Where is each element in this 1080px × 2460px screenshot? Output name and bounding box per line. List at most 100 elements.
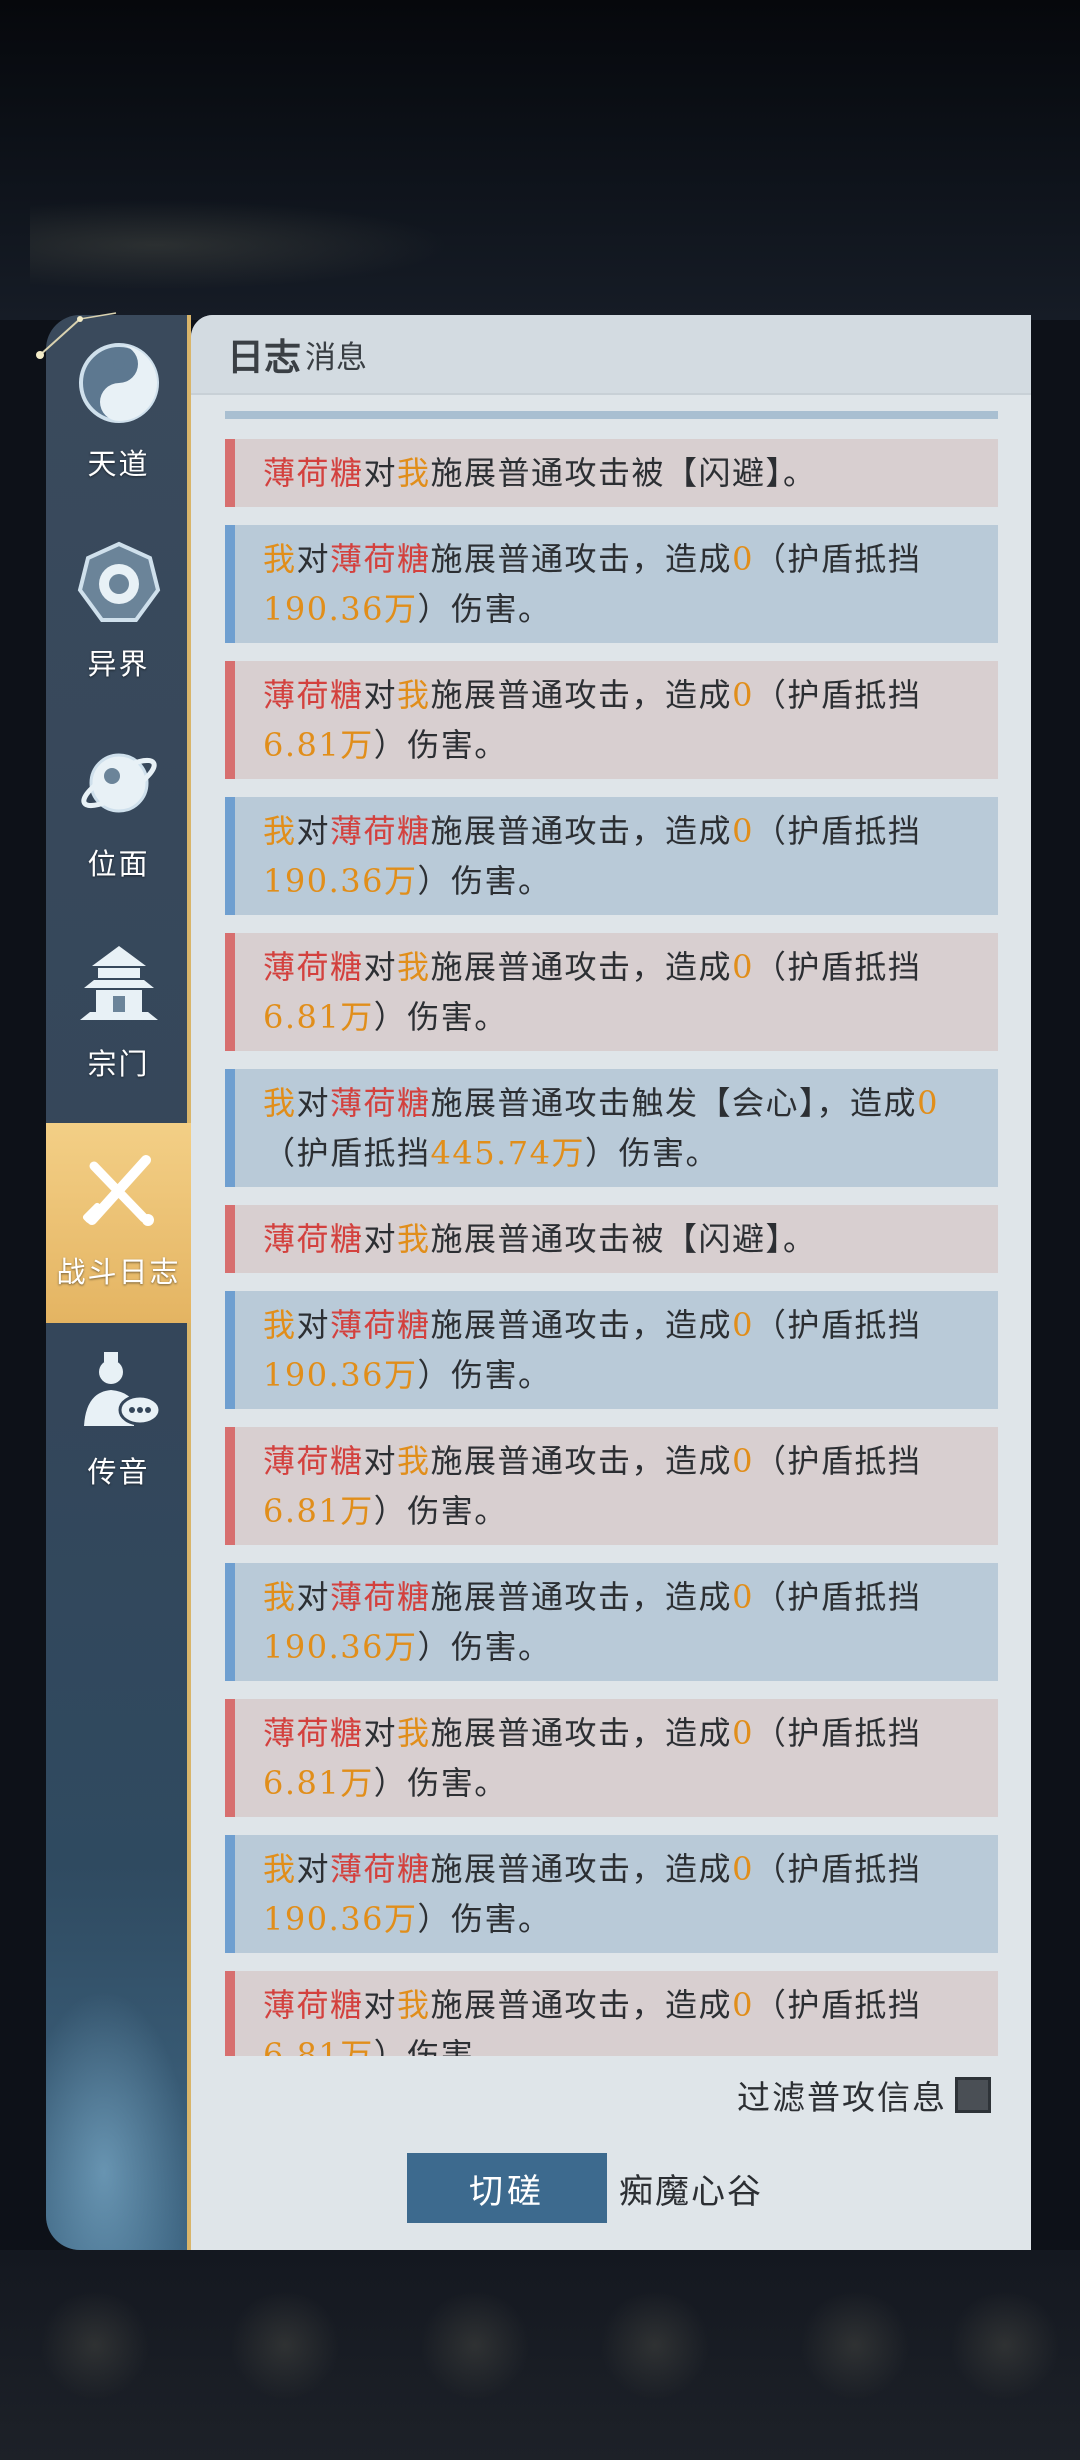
spar-tab-button[interactable]: 切磋: [407, 2153, 607, 2223]
sidebar-item-chuanyin[interactable]: 传音: [46, 1323, 191, 1523]
ghost-icon: [950, 2290, 1060, 2400]
highlight-value: 6.81万: [263, 1492, 374, 1530]
log-text: 施展普通攻击，造成: [430, 1850, 733, 1888]
log-list[interactable]: 薄荷糖对我施展普通攻击被【闪避】。 我对薄荷糖施展普通攻击，造成0（护盾抵挡190…: [225, 411, 998, 2056]
log-entry: 我对薄荷糖施展普通攻击，造成0（护盾抵挡 190.36万）伤害。: [225, 1563, 998, 1681]
log-text: ）伤害。: [417, 862, 552, 900]
log-text: （护盾抵挡: [753, 1714, 922, 1752]
highlight-value: 445.74万: [430, 1134, 585, 1172]
log-entry: 我对薄荷糖施展普通攻击，造成0（护盾抵挡 190.36万）伤害。: [225, 1835, 998, 1953]
log-text: 对: [363, 676, 398, 714]
sidebar-item-label: 异界: [87, 647, 150, 681]
highlight-value: 我: [397, 948, 431, 986]
log-text: 施展普通攻击，造成: [430, 1986, 733, 2024]
log-entry: 薄荷糖对我施展普通攻击，造成0（护盾抵挡 6.81万）伤害。: [225, 1427, 998, 1545]
highlight-value: 我: [263, 540, 297, 578]
log-entry: 薄荷糖对我施展普通攻击，造成0（护盾抵挡 6.81万）伤害。: [225, 1971, 998, 2056]
highlight-value: 6.81万: [263, 2036, 374, 2056]
enemy-name: 薄荷糖: [330, 1084, 431, 1122]
crossed-swords-icon: [69, 1141, 169, 1241]
log-text: （护盾抵挡: [753, 676, 922, 714]
log-text: 对: [296, 1084, 331, 1122]
log-entry: 薄荷糖对我施展普通攻击被【闪避】。: [225, 439, 998, 507]
chat-person-icon: [69, 1341, 169, 1441]
highlight-value: 0: [732, 540, 754, 578]
sidebar-item-label: 位面: [87, 847, 150, 881]
highlight-value: 0: [732, 1442, 754, 1480]
log-entry: 我对薄荷糖施展普通攻击，造成0（护盾抵挡 190.36万）伤害。: [225, 797, 998, 915]
highlight-value: 0: [732, 1306, 754, 1344]
highlight-value: 190.36万: [263, 1900, 418, 1938]
log-text: 施展普通攻击，造成: [430, 540, 733, 578]
highlight-value: 0: [732, 812, 754, 850]
log-text: 对: [363, 948, 398, 986]
highlight-value: 6.81万: [263, 726, 374, 764]
log-text: 施展普通攻击，造成: [430, 1714, 733, 1752]
log-text: ）伤害。: [373, 726, 508, 764]
log-text: 施展普通攻击，造成: [430, 812, 733, 850]
list-top-strip: [225, 411, 998, 419]
yin-yang-icon: [69, 333, 169, 433]
highlight-value: 我: [397, 1442, 431, 1480]
highlight-value: 190.36万: [263, 590, 418, 628]
enemy-name: 薄荷糖: [330, 1306, 431, 1344]
sidebar: 天道 异界 位面 宗门 战斗日志 传音: [36, 312, 205, 2250]
filter-row[interactable]: 过滤普攻信息: [737, 2071, 991, 2119]
log-text: 施展普通攻击，造成: [430, 948, 733, 986]
enemy-name: 薄荷糖: [330, 812, 431, 850]
planet-icon: [69, 733, 169, 833]
ghost-icon: [800, 2290, 910, 2400]
highlight-value: 0: [732, 948, 754, 986]
log-text: 施展普通攻击，造成: [430, 1578, 733, 1616]
highlight-value: 190.36万: [263, 1356, 418, 1394]
log-text: 施展普通攻击，造成: [430, 1306, 733, 1344]
log-text: （护盾抵挡: [753, 1578, 922, 1616]
sidebar-item-battle-log[interactable]: 战斗日志: [46, 1123, 205, 1323]
sidebar-item-yijie[interactable]: 异界: [46, 515, 191, 715]
highlight-value: 0: [732, 1850, 754, 1888]
log-text: （护盾抵挡: [753, 540, 922, 578]
log-text: 对: [296, 1578, 331, 1616]
enemy-name: 薄荷糖: [263, 1714, 364, 1752]
log-text: 施展普通攻击被【闪避】。: [430, 454, 817, 492]
log-entry: 我对薄荷糖施展普通攻击，造成0（护盾抵挡 190.36万）伤害。: [225, 1291, 998, 1409]
background-ghost-banner: [30, 200, 450, 290]
enemy-name: 薄荷糖: [263, 1220, 364, 1258]
highlight-value: 0: [732, 1986, 754, 2024]
highlight-value: 我: [263, 1850, 297, 1888]
log-text: ）伤害。: [373, 1492, 508, 1530]
sidebar-item-label: 宗门: [87, 1047, 150, 1081]
log-entry: 我对薄荷糖施展普通攻击触发【会心】，造成0 （护盾抵挡445.74万）伤害。: [225, 1069, 998, 1187]
ghost-icon: [600, 2290, 710, 2400]
sidebar-item-weimian[interactable]: 位面: [46, 715, 191, 915]
log-text: 施展普通攻击被【闪避】。: [430, 1220, 817, 1258]
log-entry: 薄荷糖对我施展普通攻击，造成0（护盾抵挡 6.81万）伤害。: [225, 1699, 998, 1817]
sidebar-item-label: 战斗日志: [56, 1255, 181, 1289]
sidebar-item-tiandao[interactable]: 天道: [46, 315, 191, 515]
enemy-name: 薄荷糖: [263, 454, 364, 492]
background-bottom-bar: [0, 2250, 1080, 2460]
enemy-name: 薄荷糖: [330, 1850, 431, 1888]
ghost-icon: [40, 2290, 150, 2400]
log-text: （护盾抵挡: [753, 948, 922, 986]
log-text: 施展普通攻击，造成: [430, 1442, 733, 1480]
sidebar-item-zongmen[interactable]: 宗门: [46, 915, 191, 1115]
filter-checkbox[interactable]: [955, 2077, 991, 2113]
log-text: （护盾抵挡: [753, 1306, 922, 1344]
log-text: 对: [363, 1220, 398, 1258]
sidebar-item-label: 传音: [87, 1455, 150, 1489]
log-text: ）伤害。: [417, 590, 552, 628]
highlight-value: 6.81万: [263, 998, 374, 1036]
highlight-value: 6.81万: [263, 1764, 374, 1802]
bottom-row: 切磋 痴魔心谷: [407, 2153, 763, 2223]
log-text: （护盾抵挡: [753, 812, 922, 850]
log-text: ）伤害。: [585, 1134, 720, 1172]
log-panel: 日志 消息 薄荷糖对我施展普通攻击被【闪避】。 我对薄荷糖施展普通攻击，造成0（护…: [191, 315, 1031, 2250]
log-text: 对: [363, 1986, 398, 2024]
log-text: ）伤害。: [373, 998, 508, 1036]
log-entry: 薄荷糖对我施展普通攻击被【闪避】。: [225, 1205, 998, 1273]
filter-label: 过滤普攻信息: [737, 2078, 947, 2117]
highlight-value: 我: [263, 1306, 297, 1344]
highlight-value: 我: [397, 676, 431, 714]
log-text: 对: [296, 1850, 331, 1888]
